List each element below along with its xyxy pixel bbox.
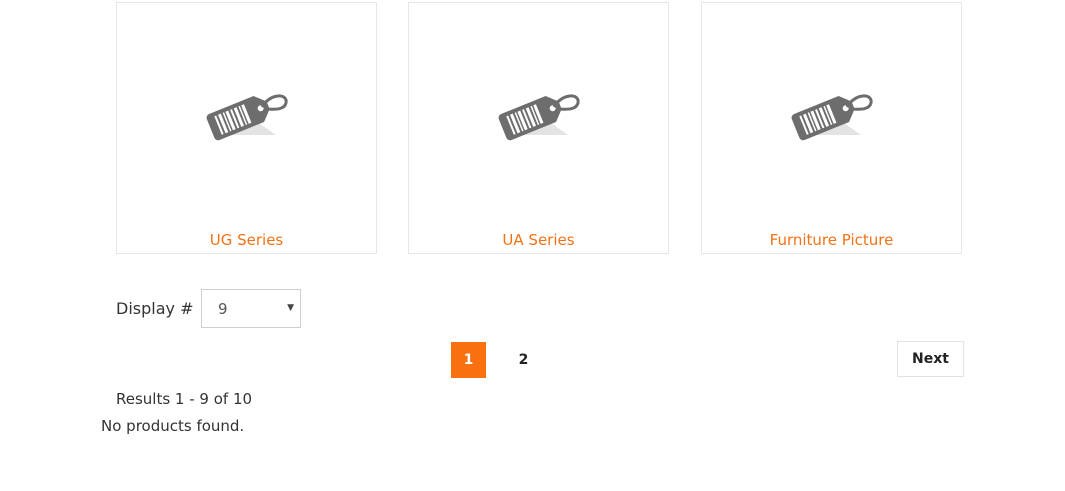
empty-message: No products found.: [101, 417, 245, 435]
product-card[interactable]: UA Series: [408, 2, 669, 254]
next-page-button[interactable]: Next: [897, 341, 964, 377]
display-count-label: Display #: [116, 299, 194, 318]
price-tag-icon: [791, 94, 873, 141]
page-button-2[interactable]: 2: [506, 342, 541, 378]
product-card[interactable]: Furniture Picture: [701, 2, 962, 254]
product-card[interactable]: UG Series: [116, 2, 377, 254]
product-listing-page: UG Series UA Series Furniture Picture Di…: [0, 0, 1065, 491]
product-title-link[interactable]: UA Series: [409, 231, 668, 249]
page-button-1[interactable]: 1: [451, 342, 486, 378]
price-tag-icon: [498, 94, 580, 141]
results-counter: Results 1 - 9 of 10: [116, 390, 253, 408]
product-title-link[interactable]: UG Series: [117, 231, 376, 249]
product-title-link[interactable]: Furniture Picture: [702, 231, 961, 249]
price-tag-icon: [206, 94, 288, 141]
display-count-select[interactable]: 9 ▼: [201, 289, 301, 328]
caret-down-icon: ▼: [287, 303, 294, 313]
display-count-value: 9: [218, 300, 228, 318]
